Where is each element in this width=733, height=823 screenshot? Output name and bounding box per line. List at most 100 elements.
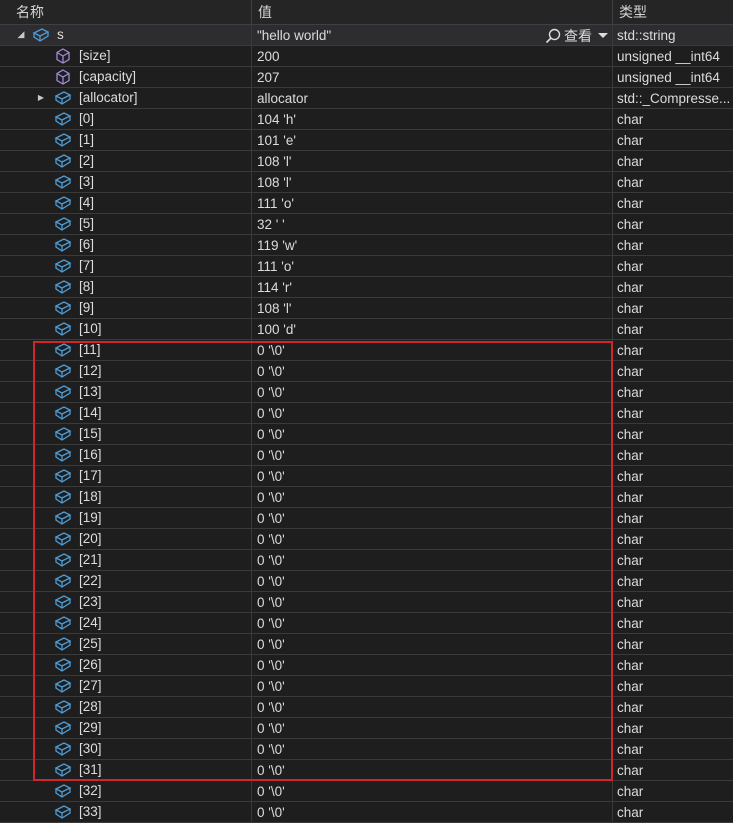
column-header-name[interactable]: 名称	[0, 0, 252, 24]
variable-row[interactable]: [24] 0 '\0' char	[0, 612, 733, 634]
column-header-value[interactable]: 值	[252, 0, 613, 24]
variable-row[interactable]: [capacity] 207 unsigned __int64	[0, 66, 733, 88]
variable-row[interactable]: [0] 104 'h' char	[0, 108, 733, 130]
value-cell[interactable]: 0 '\0'	[252, 549, 613, 571]
variable-row[interactable]: [14] 0 '\0' char	[0, 402, 733, 424]
value-cell[interactable]: 0 '\0'	[252, 402, 613, 424]
variable-row-root[interactable]: ◢ s "hello world" 查看 std::string	[0, 24, 733, 46]
field-icon	[54, 258, 72, 273]
value-cell[interactable]: 101 'e'	[252, 129, 613, 151]
watch-header: 名称 值 类型	[0, 0, 733, 25]
value-cell[interactable]: 0 '\0'	[252, 465, 613, 487]
value-cell[interactable]: 200	[252, 45, 613, 67]
name-cell: [21]	[0, 549, 252, 571]
variable-row[interactable]: [13] 0 '\0' char	[0, 381, 733, 403]
variable-row[interactable]: [size] 200 unsigned __int64	[0, 45, 733, 67]
value-cell[interactable]: 108 'l'	[252, 297, 613, 319]
variable-row[interactable]: [28] 0 '\0' char	[0, 696, 733, 718]
variable-row[interactable]: [3] 108 'l' char	[0, 171, 733, 193]
value-cell[interactable]: 0 '\0'	[252, 759, 613, 781]
value-cell[interactable]: 111 'o'	[252, 255, 613, 277]
value-cell[interactable]: 0 '\0'	[252, 780, 613, 802]
variable-row[interactable]: [21] 0 '\0' char	[0, 549, 733, 571]
value-cell[interactable]: 108 'l'	[252, 171, 613, 193]
variable-row[interactable]: [29] 0 '\0' char	[0, 717, 733, 739]
variable-row[interactable]: [11] 0 '\0' char	[0, 339, 733, 361]
value-cell[interactable]: 32 ' '	[252, 213, 613, 235]
variable-row[interactable]: [19] 0 '\0' char	[0, 507, 733, 529]
variable-name: [26]	[79, 656, 102, 672]
value-cell[interactable]: 0 '\0'	[252, 381, 613, 403]
expand-triangle-icon[interactable]: ▶	[36, 93, 46, 103]
value-cell[interactable]: 119 'w'	[252, 234, 613, 256]
name-cell: [26]	[0, 654, 252, 676]
value-cell[interactable]: 207	[252, 66, 613, 88]
type-cell: char	[617, 132, 644, 148]
value-cell[interactable]: 114 'r'	[252, 276, 613, 298]
variable-row[interactable]: [16] 0 '\0' char	[0, 444, 733, 466]
variable-row[interactable]: [10] 100 'd' char	[0, 318, 733, 340]
value-cell[interactable]: 0 '\0'	[252, 717, 613, 739]
variable-row[interactable]: [6] 119 'w' char	[0, 234, 733, 256]
column-header-type[interactable]: 类型	[613, 0, 733, 24]
value-cell[interactable]: 0 '\0'	[252, 570, 613, 592]
variable-row[interactable]: [5] 32 ' ' char	[0, 213, 733, 235]
name-cell: [32]	[0, 780, 252, 802]
variable-row[interactable]: [31] 0 '\0' char	[0, 759, 733, 781]
name-cell: [19]	[0, 507, 252, 529]
chevron-down-icon[interactable]	[598, 33, 608, 38]
variable-row[interactable]: [32] 0 '\0' char	[0, 780, 733, 802]
value-cell[interactable]: allocator	[252, 87, 613, 109]
watch-rows: ◢ s "hello world" 查看 std::string [size] 2…	[0, 24, 733, 823]
variable-row[interactable]: [22] 0 '\0' char	[0, 570, 733, 592]
field-icon	[54, 594, 72, 609]
variable-row[interactable]: [9] 108 'l' char	[0, 297, 733, 319]
name-cell: [24]	[0, 612, 252, 634]
variable-name: [20]	[79, 530, 102, 546]
view-button[interactable]: 查看	[545, 26, 608, 46]
variable-row[interactable]: [33] 0 '\0' char	[0, 801, 733, 823]
value-cell[interactable]: 111 'o'	[252, 192, 613, 214]
value-cell[interactable]: 0 '\0'	[252, 507, 613, 529]
value-cell[interactable]: 0 '\0'	[252, 801, 613, 823]
variable-row[interactable]: [17] 0 '\0' char	[0, 465, 733, 487]
value-cell[interactable]: 0 '\0'	[252, 486, 613, 508]
variable-row[interactable]: [23] 0 '\0' char	[0, 591, 733, 613]
value-cell[interactable]: 100 'd'	[252, 318, 613, 340]
value-cell[interactable]: 0 '\0'	[252, 654, 613, 676]
value-cell[interactable]: 0 '\0'	[252, 444, 613, 466]
value-cell[interactable]: 108 'l'	[252, 150, 613, 172]
variable-row[interactable]: [15] 0 '\0' char	[0, 423, 733, 445]
value-cell[interactable]: "hello world" 查看	[252, 24, 613, 46]
value-cell[interactable]: 104 'h'	[252, 108, 613, 130]
variable-name: [3]	[79, 173, 95, 189]
value-cell[interactable]: 0 '\0'	[252, 591, 613, 613]
value-cell[interactable]: 0 '\0'	[252, 633, 613, 655]
type-cell: char	[617, 258, 644, 274]
variable-row[interactable]: [7] 111 'o' char	[0, 255, 733, 277]
value-cell[interactable]: 0 '\0'	[252, 612, 613, 634]
variable-name: [8]	[79, 278, 95, 294]
variable-row[interactable]: [12] 0 '\0' char	[0, 360, 733, 382]
collapse-triangle-icon[interactable]: ◢	[16, 29, 26, 40]
variable-row[interactable]: [8] 114 'r' char	[0, 276, 733, 298]
variable-row[interactable]: [25] 0 '\0' char	[0, 633, 733, 655]
variable-row[interactable]: [27] 0 '\0' char	[0, 675, 733, 697]
name-cell: [27]	[0, 675, 252, 697]
value-cell[interactable]: 0 '\0'	[252, 423, 613, 445]
variable-row[interactable]: [30] 0 '\0' char	[0, 738, 733, 760]
variable-row[interactable]: [20] 0 '\0' char	[0, 528, 733, 550]
value-cell[interactable]: 0 '\0'	[252, 696, 613, 718]
value-cell[interactable]: 0 '\0'	[252, 360, 613, 382]
value-cell[interactable]: 0 '\0'	[252, 339, 613, 361]
variable-row[interactable]: [2] 108 'l' char	[0, 150, 733, 172]
value-cell[interactable]: 0 '\0'	[252, 738, 613, 760]
variable-row[interactable]: [26] 0 '\0' char	[0, 654, 733, 676]
value-cell[interactable]: 0 '\0'	[252, 528, 613, 550]
variable-row[interactable]: [4] 111 'o' char	[0, 192, 733, 214]
variable-row[interactable]: ▶ [allocator] allocator std::_Compresse...	[0, 87, 733, 109]
variable-row[interactable]: [18] 0 '\0' char	[0, 486, 733, 508]
type-cell: char	[617, 762, 644, 778]
variable-row[interactable]: [1] 101 'e' char	[0, 129, 733, 151]
value-cell[interactable]: 0 '\0'	[252, 675, 613, 697]
